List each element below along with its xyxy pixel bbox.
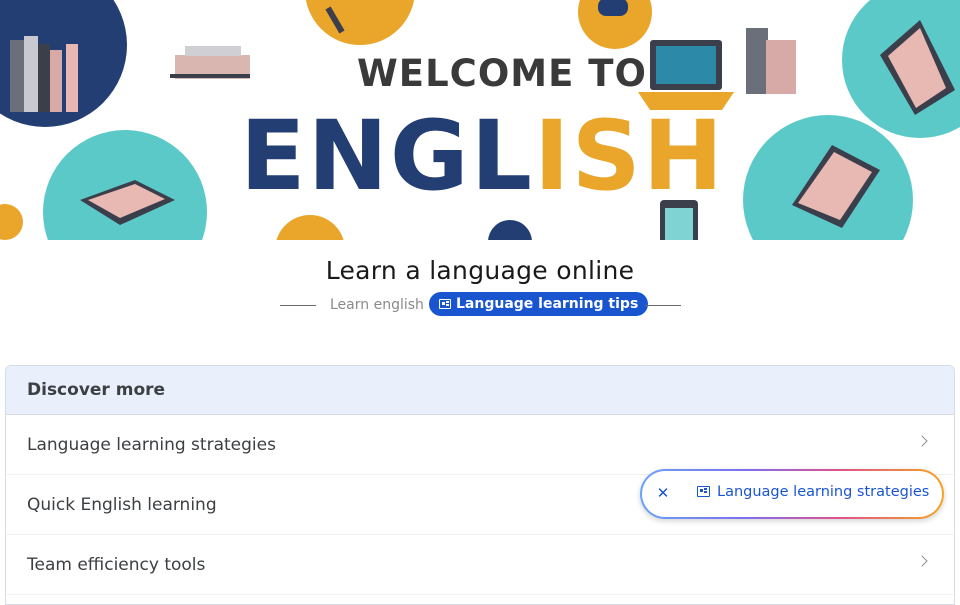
discover-item-language-learning-strategies[interactable]: Language learning strategies bbox=[6, 415, 954, 475]
floating-suggestion-pill[interactable]: ✕ Language learning strategies bbox=[640, 469, 944, 519]
discover-title: Discover more bbox=[27, 380, 166, 400]
book-shelf-illustration bbox=[170, 46, 250, 79]
bookend-illustration bbox=[746, 28, 796, 94]
english-heading-part1: ENGL bbox=[240, 100, 534, 212]
divider-left bbox=[280, 305, 316, 306]
article-icon bbox=[439, 299, 451, 309]
floating-suggestion-label[interactable]: Language learning strategies bbox=[717, 484, 929, 500]
speech-bubble-icon bbox=[598, 0, 628, 16]
divider-right bbox=[645, 305, 681, 306]
english-heading: ENGLISH bbox=[240, 108, 725, 204]
discover-item-label: Team efficiency tools bbox=[27, 554, 206, 575]
books-stack-illustration bbox=[10, 36, 78, 112]
english-heading-part2: ISH bbox=[533, 100, 726, 212]
welcome-heading: WELCOME TO bbox=[357, 52, 647, 95]
tips-chip-label: Language learning tips bbox=[456, 296, 639, 312]
subtitle-row: Learn english Language learning tips bbox=[0, 292, 960, 318]
breadcrumb[interactable]: Learn english bbox=[330, 297, 424, 313]
discover-item-team-efficiency-tools[interactable]: Team efficiency tools bbox=[6, 535, 954, 595]
article-icon bbox=[697, 486, 710, 497]
discover-header: Discover more bbox=[6, 366, 954, 415]
hero-banner: WELCOME TO ENGLISH bbox=[0, 0, 960, 240]
discover-item-label: Language learning strategies bbox=[27, 434, 276, 455]
chevron-right-icon bbox=[916, 435, 928, 447]
tips-chip-button[interactable]: Language learning tips bbox=[429, 292, 649, 316]
page-title: Learn a language online bbox=[325, 256, 635, 285]
discover-item-label: Quick English learning bbox=[27, 494, 217, 515]
yellow-dot-left bbox=[0, 204, 23, 240]
close-icon[interactable]: ✕ bbox=[656, 483, 670, 503]
navy-dot-bottom bbox=[488, 220, 532, 240]
yellow-circle-top bbox=[305, 0, 415, 45]
chevron-right-icon bbox=[916, 555, 928, 567]
yellow-circle-bottom bbox=[276, 215, 344, 240]
floating-suggestion-pill-inner[interactable]: ✕ Language learning strategies bbox=[642, 471, 942, 517]
